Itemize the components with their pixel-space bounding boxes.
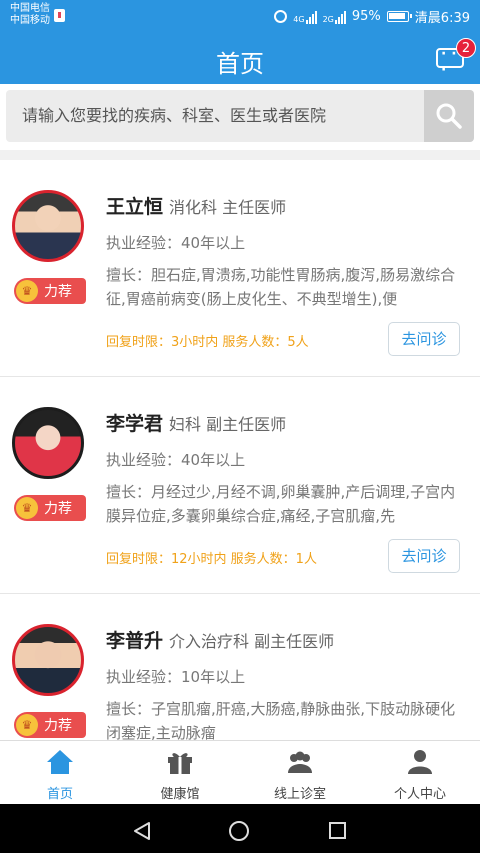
doctor-avatar (12, 190, 84, 262)
crown-icon: ♛ (16, 714, 38, 736)
recents-icon[interactable] (329, 822, 346, 839)
carrier-1: 中国电信 (10, 3, 50, 14)
doctor-department: 消化科 主任医师 (169, 198, 287, 217)
doctor-specialties: 擅长：月经过少,月经不调,卵巢囊肿,产后调理,子宫内膜异位症,多囊卵巢综合症,痛… (106, 483, 456, 525)
status-indicators: 4G 2G 95% 清晨6:39 (274, 7, 470, 26)
people-icon (288, 751, 312, 773)
tab-profile[interactable]: 个人中心 (360, 741, 480, 804)
crown-icon: ♛ (16, 497, 38, 519)
recommend-badge: ♛ 力荐 (14, 278, 86, 304)
recommend-badge: ♛ 力荐 (14, 712, 86, 738)
tab-health-hall[interactable]: 健康馆 (120, 741, 240, 804)
alarm-icon (274, 10, 288, 23)
doctor-title-line: 王立恒 消化科 主任医师 (106, 192, 286, 219)
reply-service-info: 回复时限：12小时内 服务人数：1人 (106, 552, 317, 567)
doctor-specialties: 擅长：胆石症,胃溃疡,功能性胃肠病,腹泻,肠易激综合征,胃癌前病变(肠上皮化生、… (106, 266, 456, 308)
doctor-specialties: 擅长：子宫肌瘤,肝癌,大肠癌,静脉曲张,下肢动脉硬化闭塞症,主动脉瘤 (106, 700, 456, 740)
messages-button[interactable]: 2 (436, 38, 476, 78)
home-nav-icon[interactable] (229, 821, 249, 841)
doctor-experience: 执业经验：40年以上 (106, 234, 246, 252)
system-nav-bar (0, 804, 480, 853)
doctor-experience: 执业经验：40年以上 (106, 451, 246, 469)
battery-percent: 95% (351, 9, 381, 24)
search-icon (436, 103, 462, 129)
search-input[interactable]: 请输入您要找的疾病、科室、医生或者医院 (6, 90, 424, 142)
home-icon (47, 750, 73, 774)
crown-icon: ♛ (16, 280, 38, 302)
doctor-name: 李学君 (106, 413, 164, 435)
consult-button[interactable]: 去问诊 (388, 539, 460, 573)
doctor-card[interactable]: ♛ 力荐 李学君 妇科 副主任医师 执业经验：40年以上 擅长：月经过少,月经不调… (0, 377, 480, 594)
title-bar: 首页 2 (0, 32, 480, 84)
doctor-experience: 执业经验：10年以上 (106, 668, 246, 686)
reply-service-info: 回复时限：3小时内 服务人数：5人 (106, 335, 309, 350)
doctor-department: 介入治疗科 副主任医师 (169, 632, 335, 651)
clock: 清晨6:39 (414, 11, 470, 26)
doctor-name: 李普升 (106, 630, 164, 652)
sim-icon (54, 9, 65, 22)
doctor-list: ♛ 力荐 王立恒 消化科 主任医师 执业经验：40年以上 擅长：胆石症,胃溃疡,功… (0, 150, 480, 740)
doctor-avatar (12, 624, 84, 696)
consult-button[interactable]: 去问诊 (388, 322, 460, 356)
doctor-avatar (12, 407, 84, 479)
person-icon (408, 750, 432, 774)
status-bar: 中国电信 中国移动 4G 2G 95% 清晨6:39 (0, 0, 480, 32)
doctor-department: 妇科 副主任医师 (169, 415, 287, 434)
search-bar: 请输入您要找的疾病、科室、医生或者医院 (0, 84, 480, 150)
signal-icon-2: 2G (323, 10, 346, 24)
battery-icon (386, 11, 412, 22)
recommend-badge: ♛ 力荐 (14, 495, 86, 521)
tab-home[interactable]: 首页 (0, 741, 120, 804)
doctor-title-line: 李学君 妇科 副主任医师 (106, 409, 286, 436)
doctor-card[interactable]: ♛ 力荐 王立恒 消化科 主任医师 执业经验：40年以上 擅长：胆石症,胃溃疡,功… (0, 160, 480, 377)
doctor-name: 王立恒 (106, 196, 164, 218)
doctor-title-line: 李普升 介入治疗科 副主任医师 (106, 626, 334, 653)
carrier-info: 中国电信 中国移动 (10, 3, 50, 27)
carrier-2: 中国移动 (10, 15, 50, 26)
tab-online-clinic[interactable]: 线上诊室 (240, 741, 360, 804)
doctor-card[interactable]: ♛ 力荐 李普升 介入治疗科 副主任医师 执业经验：10年以上 擅长：子宫肌瘤,肝… (0, 594, 480, 740)
search-button[interactable] (424, 90, 474, 142)
gift-icon (168, 753, 192, 774)
signal-icon: 4G (293, 10, 317, 24)
bottom-tab-bar: 首页 健康馆 线上诊室 个人中心 (0, 740, 480, 804)
message-count-badge: 2 (456, 38, 476, 58)
page-title: 首页 (216, 50, 264, 78)
back-icon[interactable] (132, 821, 152, 841)
